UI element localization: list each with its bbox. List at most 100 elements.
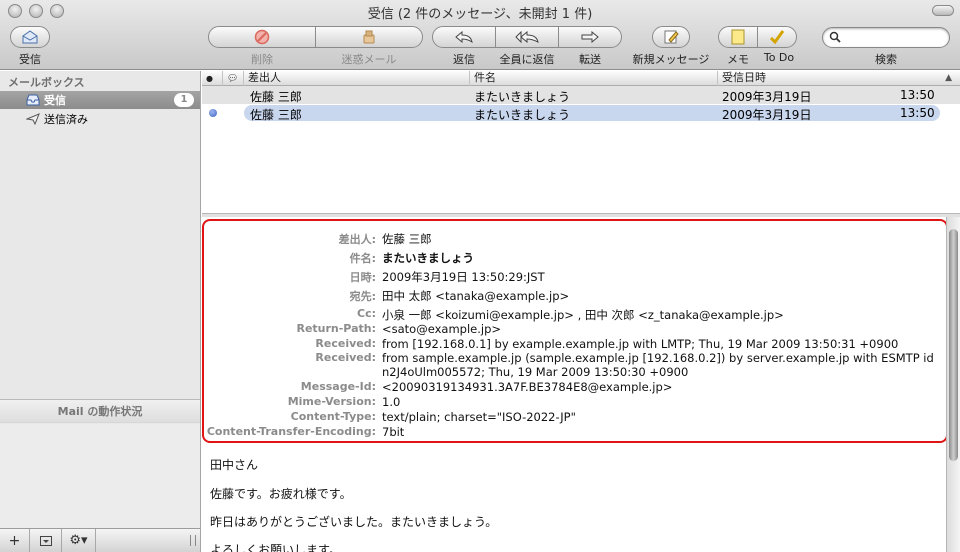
reply-button[interactable] xyxy=(432,26,496,48)
delete-label: 削除 xyxy=(251,53,273,66)
delete-icon xyxy=(254,29,270,45)
header-cc-value[interactable]: 小泉 一郎 <koizumi@example.jp> , 田中 次郎 <z_ta… xyxy=(382,307,784,323)
mail-activity-header[interactable]: Mail の動作状況 xyxy=(0,399,200,423)
message-date: 2009年3月19日 xyxy=(722,108,812,122)
search-label: 検索 xyxy=(875,53,897,66)
window-title: 受信 (2 件のメッセージ、未開封 1 件) xyxy=(367,7,593,22)
search-icon xyxy=(829,31,841,43)
header-message-id-value: <20090319134931.3A7F.BE3784E8@example.jp… xyxy=(382,380,673,394)
header-label: 宛先: xyxy=(349,290,376,303)
get-mail-label: 受信 xyxy=(19,53,41,66)
message-time: 13:50 xyxy=(900,106,935,120)
search-field[interactable] xyxy=(822,27,950,48)
message-list-header: ● 💬︎ 差出人 件名 受信日時 ▲ xyxy=(202,71,960,86)
sidebar-item-label: 受信 xyxy=(44,94,66,107)
message-subject: またいきましょう xyxy=(474,108,571,122)
header-label: 差出人: xyxy=(338,233,376,246)
sort-ascending-icon: ▲ xyxy=(945,73,952,83)
header-received-value-cont: n2J4oUlm005572; Thu, 19 Mar 2009 13:50:3… xyxy=(382,365,689,379)
message-from: 佐藤 三郎 xyxy=(250,108,302,122)
message-date: 2009年3月19日 xyxy=(722,90,812,104)
message-row[interactable]: 佐藤 三郎 またいきましょう 2009年3月19日 13:50 xyxy=(202,86,960,104)
header-received-value: from sample.example.jp (sample.example.j… xyxy=(382,351,934,365)
unread-dot-icon xyxy=(209,109,217,117)
gear-icon: ⚙▾ xyxy=(69,533,88,548)
note-label: メモ xyxy=(727,53,749,66)
sidebar-footer: + ⚙▾ xyxy=(0,528,200,552)
activity-toggle-icon xyxy=(39,535,52,546)
new-note-button[interactable] xyxy=(718,26,758,48)
show-hide-activity-button[interactable] xyxy=(30,529,62,552)
reply-arrow-icon xyxy=(455,31,473,43)
sidebar-item-label: 送信済み xyxy=(44,113,88,126)
delete-button[interactable] xyxy=(208,26,316,48)
header-return-path-value: <sato@example.jp> xyxy=(382,322,502,336)
speech-bubble-icon: 💬︎ xyxy=(227,74,239,84)
note-icon xyxy=(731,29,745,45)
inbox-icon xyxy=(26,94,40,106)
reply-all-button[interactable] xyxy=(495,26,559,48)
window-toolbar: 受信 (2 件のメッセージ、未開封 1 件) 受信 削除 迷惑メール 返信 全員… xyxy=(0,0,960,70)
new-message-button[interactable] xyxy=(652,26,690,48)
junk-icon xyxy=(363,30,375,44)
header-label: Mime-Version: xyxy=(287,395,376,408)
body-line: 佐藤です。お疲れ様です。 xyxy=(210,487,352,501)
header-label: Content-Transfer-Encoding: xyxy=(206,425,376,438)
header-encoding-value: 7bit xyxy=(382,425,405,439)
replied-column-header[interactable]: 💬︎ xyxy=(223,71,244,86)
body-line: よろしくお願いします。 xyxy=(210,543,341,552)
header-label: 件名: xyxy=(349,252,376,265)
body-line: 田中さん xyxy=(210,458,259,472)
header-label: 日時: xyxy=(349,271,376,284)
header-label: Received: xyxy=(315,351,376,364)
message-subject: またいきましょう xyxy=(474,90,571,104)
sidebar-item-sent[interactable]: 送信済み xyxy=(0,110,200,128)
message-list: ● 💬︎ 差出人 件名 受信日時 ▲ 佐藤 三郎 またいきましょう 2009年3… xyxy=(202,71,960,213)
subject-column-header[interactable]: 件名 xyxy=(470,71,718,86)
reply-all-arrow-icon xyxy=(515,31,539,43)
junk-button[interactable] xyxy=(315,26,423,48)
header-label: Return-Path: xyxy=(296,322,376,335)
header-to-value[interactable]: 田中 太郎 <tanaka@example.jp> xyxy=(382,288,569,304)
unread-column-header[interactable]: ● xyxy=(202,71,223,86)
scrollbar-thumb[interactable] xyxy=(949,229,958,461)
forward-label: 転送 xyxy=(579,53,601,66)
header-received-value: from [192.168.0.1] by example.example.jp… xyxy=(382,337,899,351)
compose-icon xyxy=(664,30,679,44)
message-scrollbar[interactable] xyxy=(946,217,960,552)
body-line: 昨日はありがとうございました。またいきましょう。 xyxy=(210,515,498,529)
date-column-label: 受信日時 xyxy=(722,71,766,84)
header-date-value: 2009年3月19日 13:50:29:JST xyxy=(382,270,545,284)
forward-button[interactable] xyxy=(558,26,622,48)
message-row-selected[interactable]: 佐藤 三郎 またいきましょう 2009年3月19日 13:50 xyxy=(202,104,960,122)
headers-highlight-box: 差出人: 佐藤 三郎 件名: またいきましょう 日時: 2009年3月19日 1… xyxy=(202,219,946,443)
mail-activity-panel xyxy=(0,424,200,528)
forward-arrow-icon xyxy=(581,31,599,43)
header-label: Message-Id: xyxy=(300,380,376,393)
plus-icon: + xyxy=(8,532,21,549)
sidebar-item-inbox[interactable]: 受信 1 xyxy=(0,91,200,109)
from-column-header[interactable]: 差出人 xyxy=(244,71,470,86)
new-todo-button[interactable] xyxy=(757,26,797,48)
date-column-header[interactable]: 受信日時 ▲ xyxy=(718,71,960,86)
header-from-value[interactable]: 佐藤 三郎 xyxy=(382,231,432,247)
header-label: Cc: xyxy=(357,307,376,320)
junk-label: 迷惑メール xyxy=(341,53,397,66)
mailboxes-heading: メールボックス xyxy=(8,76,85,89)
inbox-icon xyxy=(22,30,38,44)
get-mail-button[interactable] xyxy=(10,26,50,48)
new-message-label: 新規メッセージ xyxy=(632,53,710,66)
reply-all-label: 全員に返信 xyxy=(499,53,555,66)
action-menu-button[interactable]: ⚙▾ xyxy=(62,529,96,552)
header-label: Content-Type: xyxy=(290,410,376,423)
message-from: 佐藤 三郎 xyxy=(250,90,302,104)
unread-count-badge: 1 xyxy=(174,93,194,107)
todo-label: To Do xyxy=(763,51,795,64)
header-mime-version-value: 1.0 xyxy=(382,395,401,409)
add-mailbox-button[interactable]: + xyxy=(0,529,30,552)
sidebar-resize-handle[interactable] xyxy=(190,535,196,546)
toolbar-toggle-button[interactable] xyxy=(932,5,954,16)
mailbox-sidebar: メールボックス 受信 1 送信済み Mail の動作状況 + ⚙▾ xyxy=(0,71,201,552)
message-time: 13:50 xyxy=(900,88,935,102)
checkmark-icon xyxy=(769,30,785,45)
